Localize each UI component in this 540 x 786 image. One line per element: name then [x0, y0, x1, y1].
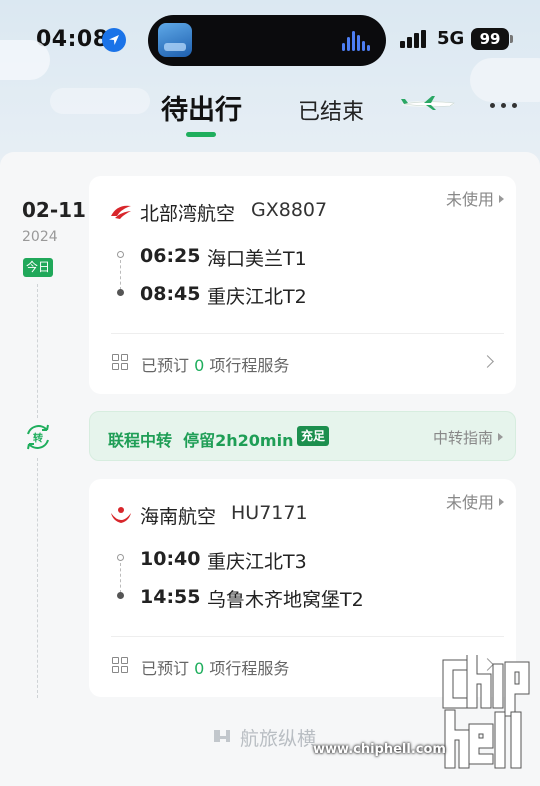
departure-airport: 海口美兰T1 — [207, 248, 307, 270]
cellular-signal-icon — [400, 30, 430, 48]
cloud-decoration — [0, 40, 50, 80]
services-suffix: 项行程服务 — [209, 659, 290, 678]
cloud-decoration — [470, 58, 540, 102]
ticket-status[interactable]: 未使用 — [446, 186, 504, 210]
departure-time: 06:25 — [140, 245, 201, 267]
services-count: 0 — [194, 659, 205, 678]
departure-airport: 重庆江北T3 — [207, 551, 307, 573]
status-bar: 04:08 5G 99 — [0, 0, 540, 78]
transfer-guide-link[interactable]: 中转指南 — [433, 427, 503, 448]
services-count: 0 — [194, 356, 205, 375]
services-prefix: 已预订 — [141, 659, 190, 678]
flight-card[interactable]: 未使用 北部湾航空 GX8807 06:25 海口美兰T1 08:45 重庆江北… — [89, 176, 516, 394]
route-line — [120, 563, 121, 593]
tab-upcoming[interactable]: 待出行 — [161, 88, 242, 127]
airline-name: 海南航空 — [140, 506, 217, 528]
grid-icon — [112, 354, 129, 371]
card-divider — [111, 333, 504, 334]
grid-icon — [112, 657, 129, 674]
brand-name: 航旅纵横 — [240, 728, 317, 750]
app-thumbnail-icon — [158, 23, 192, 57]
battery-indicator: 99 — [471, 28, 513, 50]
flight-number: HU7171 — [231, 502, 308, 524]
chiphell-watermark-logo — [442, 655, 530, 769]
tab-finished[interactable]: 已结束 — [298, 94, 364, 126]
arrival-time: 14:55 — [140, 586, 201, 608]
trip-year: 2024 — [22, 229, 58, 245]
hainan-airlines-logo-icon — [111, 507, 131, 523]
route-line — [120, 260, 121, 290]
status-time: 04:08 — [36, 27, 109, 52]
transfer-banner[interactable]: 联程中转 停留2h20min 充足 中转指南 — [89, 411, 516, 461]
beibu-gulf-airlines-logo-icon — [111, 205, 131, 219]
arrival-dot — [117, 592, 124, 599]
departure-dot — [117, 554, 124, 561]
departure-dot — [117, 251, 124, 258]
layover-status-badge: 充足 — [297, 426, 330, 446]
trip-services-row[interactable]: 已预订 0 项行程服务 — [141, 352, 289, 376]
today-badge: 今日 — [23, 258, 53, 277]
arrival-airport: 重庆江北T2 — [207, 286, 307, 308]
arrival-dot — [117, 289, 124, 296]
airplane-icon — [401, 96, 455, 110]
timeline-line — [37, 458, 38, 698]
services-suffix: 项行程服务 — [209, 356, 290, 375]
ticket-status[interactable]: 未使用 — [446, 489, 504, 513]
more-options-icon[interactable] — [490, 100, 520, 110]
arrival-time: 08:45 — [140, 283, 201, 305]
chevron-right-icon[interactable] — [481, 355, 494, 368]
arrival-airport: 乌鲁木齐地窝堡T2 — [207, 589, 364, 611]
trip-services-row[interactable]: 已预订 0 项行程服务 — [141, 655, 289, 679]
active-tab-indicator — [186, 132, 216, 137]
dynamic-island[interactable] — [148, 15, 386, 66]
services-prefix: 已预订 — [141, 356, 190, 375]
transfer-info: 联程中转 停留2h20min — [108, 431, 294, 450]
flight-number: GX8807 — [251, 199, 328, 221]
transfer-icon-label: 转 — [33, 432, 43, 445]
watermark-url: www.chiphell.com — [313, 742, 446, 757]
brand-logo-icon — [214, 730, 230, 742]
location-arrow-icon — [102, 28, 126, 52]
audio-wave-icon — [342, 31, 372, 51]
trip-date: 02-11 — [22, 198, 86, 222]
timeline-line — [37, 284, 38, 418]
transfer-icon: 转 — [27, 424, 49, 450]
network-type: 5G — [437, 28, 465, 49]
card-divider — [111, 636, 504, 637]
departure-time: 10:40 — [140, 548, 201, 570]
airline-name: 北部湾航空 — [140, 203, 236, 225]
cloud-decoration — [50, 88, 150, 114]
